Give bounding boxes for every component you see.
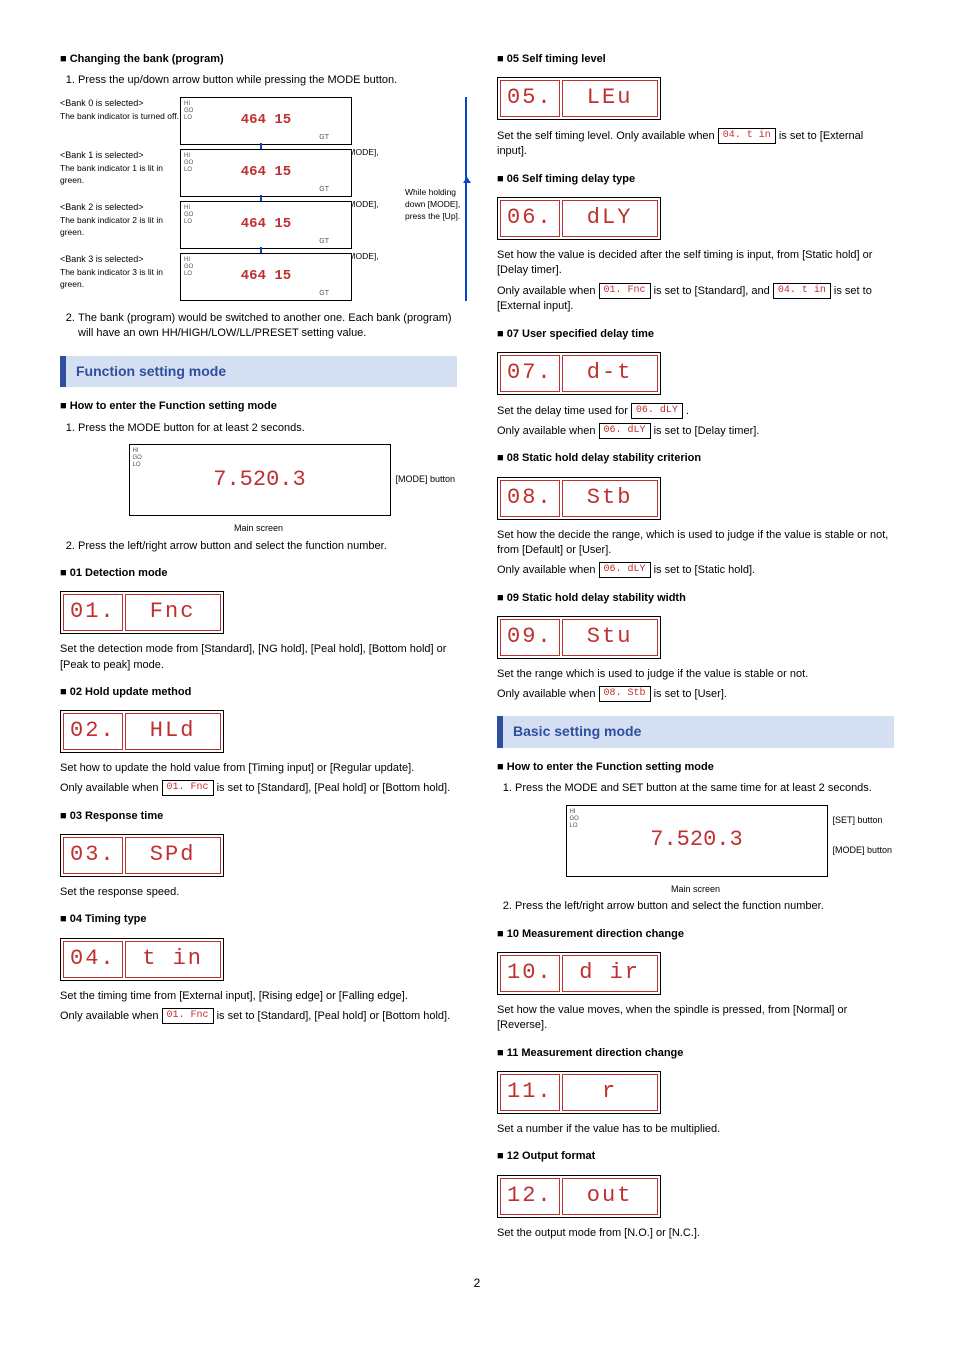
step-text: Press the MODE and SET button at the sam…	[515, 781, 894, 796]
heading-f12: 12 Output format	[497, 1149, 894, 1164]
heading-f09: 09 Static hold delay stability width	[497, 591, 894, 606]
f07-avail: Only available when 06. dLY is set to [D…	[497, 423, 894, 439]
inline-ref: 06. dLY	[599, 423, 651, 439]
step-text: The bank (program) would be switched to …	[78, 311, 457, 342]
f09-avail: Only available when 08. Stb is set to [U…	[497, 686, 894, 702]
inline-ref: 08. Stb	[599, 686, 651, 702]
f10-desc: Set how the value moves, when the spindl…	[497, 1003, 894, 1034]
f08-desc: Set how the decide the range, which is u…	[497, 528, 894, 559]
inline-ref: 06. dLY	[599, 562, 651, 578]
bank-selected-label: <Bank 0 is selected>	[60, 97, 180, 110]
device-graphic: HIGOLO 464 15	[180, 253, 352, 301]
inline-ref: 01. Fnc	[599, 283, 651, 299]
segment-display: 09. Stu	[497, 616, 661, 659]
heading-f04: 04 Timing type	[60, 912, 457, 927]
bank-selected-label: <Bank 1 is selected>	[60, 149, 180, 162]
f03-desc: Set the response speed.	[60, 885, 457, 900]
f12-desc: Set the output mode from [N.O.] or [N.C.…	[497, 1226, 894, 1241]
f02-avail: Only available when 01. Fnc is set to [S…	[60, 780, 457, 796]
bank-diagram: While holding down [MODE], press the [Up…	[60, 97, 457, 301]
heading-f06: 06 Self timing delay type	[497, 172, 894, 187]
heading-f08: 08 Static hold delay stability criterion	[497, 451, 894, 466]
function-mode-banner: Function setting mode	[60, 356, 457, 388]
inline-ref: 01. Fnc	[162, 780, 214, 796]
f05-desc: Set the self timing level. Only availabl…	[497, 128, 894, 160]
segment-display: 05. LEu	[497, 77, 661, 120]
f08-avail: Only available when 06. dLY is set to [S…	[497, 562, 894, 578]
step-text: Press the up/down arrow button while pre…	[78, 73, 457, 88]
segment-display: 01. Fnc	[60, 591, 224, 634]
bank-indicator-note: The bank indicator is turned off.	[60, 111, 180, 123]
f04-avail: Only available when 01. Fnc is set to [S…	[60, 1008, 457, 1024]
main-screen-caption: Main screen	[566, 883, 826, 896]
f11-desc: Set a number if the value has to be mult…	[497, 1122, 894, 1137]
heading-howto-function: How to enter the Function setting mode	[60, 399, 457, 414]
segment-display: 07. d-t	[497, 352, 661, 395]
f09-desc: Set the range which is used to judge if …	[497, 667, 894, 682]
heading-f01: 01 Detection mode	[60, 566, 457, 581]
inline-ref: 04. t in	[718, 128, 776, 144]
page-number: 2	[60, 1275, 894, 1292]
annot-set-button: [SET] button	[833, 814, 907, 827]
annot-mode-button: [MODE] button	[833, 844, 907, 857]
heading-f02: 02 Hold update method	[60, 685, 457, 700]
segment-display: 03. SPd	[60, 834, 224, 877]
basic-mode-banner: Basic setting mode	[497, 716, 894, 748]
heading-f10: 10 Measurement direction change	[497, 927, 894, 942]
device-graphic: HIGOLO 464 15	[180, 149, 352, 197]
inline-ref: 04. t in	[773, 283, 831, 299]
step-text: Press the left/right arrow button and se…	[515, 899, 894, 914]
bank-selected-label: <Bank 3 is selected>	[60, 253, 180, 266]
bank-indicator-note: The bank indicator 1 is lit in green.	[60, 163, 180, 187]
annot-mode-button: [MODE] button	[396, 473, 470, 486]
f07-desc: Set the delay time used for 06. dLY .	[497, 403, 894, 419]
device-graphic-large: HIGOLO 7.520.3 [MODE] button	[129, 444, 391, 516]
segment-display: 04. t in	[60, 938, 224, 981]
main-screen-caption: Main screen	[129, 522, 389, 535]
f02-desc: Set how to update the hold value from [T…	[60, 761, 457, 776]
heading-f03: 03 Response time	[60, 809, 457, 824]
heading-changing-bank: Changing the bank (program)	[60, 52, 457, 67]
device-graphic-large: HIGOLO 7.520.3 [SET] button [MODE] butto…	[566, 805, 828, 877]
f06-avail: Only available when 01. Fnc is set to [S…	[497, 283, 894, 315]
segment-display: 12. out	[497, 1175, 661, 1218]
device-graphic: HIGOLO 464 15	[180, 201, 352, 249]
segment-display: 08. Stb	[497, 477, 661, 520]
bank-selected-label: <Bank 2 is selected>	[60, 201, 180, 214]
device-graphic: HIGOLO 464 15	[180, 97, 352, 145]
segment-display: 02. HLd	[60, 710, 224, 753]
heading-howto-basic: How to enter the Function setting mode	[497, 760, 894, 775]
segment-display: 11. r	[497, 1071, 661, 1114]
segment-display: 10. d ir	[497, 952, 661, 995]
inline-ref: 01. Fnc	[162, 1008, 214, 1024]
bank-indicator-note: The bank indicator 2 is lit in green.	[60, 215, 180, 239]
f04-desc: Set the timing time from [External input…	[60, 989, 457, 1004]
f01-desc: Set the detection mode from [Standard], …	[60, 642, 457, 673]
step-text: Press the MODE button for at least 2 sec…	[78, 421, 457, 436]
segment-display: 06. dLY	[497, 197, 661, 240]
f06-desc: Set how the value is decided after the s…	[497, 248, 894, 279]
heading-f07: 07 User specified delay time	[497, 327, 894, 342]
inline-ref: 06. dLY	[631, 403, 683, 419]
step-text: Press the left/right arrow button and se…	[78, 539, 457, 554]
heading-f11: 11 Measurement direction change	[497, 1046, 894, 1061]
heading-f05: 05 Self timing level	[497, 52, 894, 67]
bank-indicator-note: The bank indicator 3 is lit in green.	[60, 267, 180, 291]
